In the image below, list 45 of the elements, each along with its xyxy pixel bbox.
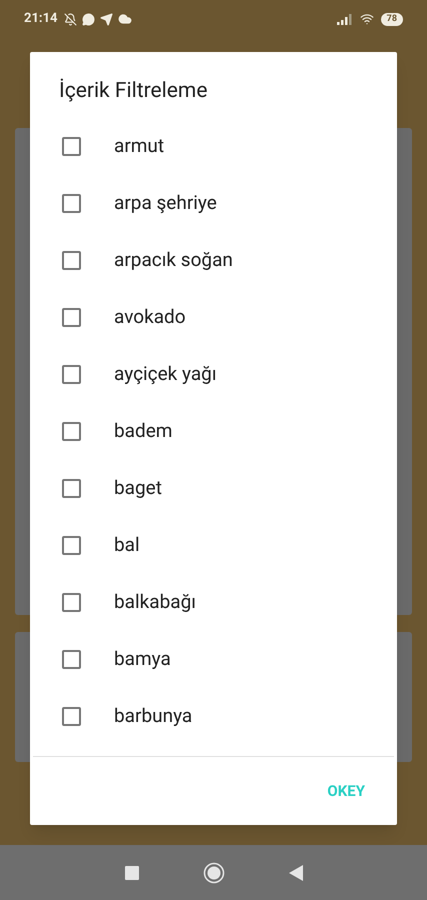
checkbox[interactable] xyxy=(62,251,81,270)
checkbox[interactable] xyxy=(62,422,81,441)
cloud-icon xyxy=(118,12,132,26)
option-label: bamya xyxy=(114,646,171,672)
option-label: armut xyxy=(114,133,164,160)
option-label: balkabağı xyxy=(114,589,196,616)
option-label: ayçiçek yağı xyxy=(114,361,217,388)
home-icon[interactable] xyxy=(202,862,224,884)
option-label: arpacık soğan xyxy=(114,247,233,274)
wifi-icon xyxy=(360,12,374,26)
option-label: baget xyxy=(114,475,162,502)
checkbox-row[interactable]: avokado xyxy=(30,289,397,346)
checkbox-row[interactable]: arpacık soğan xyxy=(30,232,397,289)
option-label: avokado xyxy=(114,304,186,330)
square-icon[interactable] xyxy=(124,866,138,880)
checkbox-row[interactable]: barbunya xyxy=(30,688,397,745)
checkbox[interactable] xyxy=(62,650,81,669)
option-label: barbunya xyxy=(114,703,192,730)
checkbox[interactable] xyxy=(62,308,81,327)
option-label: arpa şehriye xyxy=(114,190,217,216)
dialog-title: İçerik Filtreleme xyxy=(59,78,208,104)
checkbox-row[interactable]: baget xyxy=(30,460,397,517)
option-label: bal xyxy=(114,532,140,558)
battery-icon: 78 xyxy=(380,12,403,26)
signal-icon xyxy=(336,14,353,24)
checkbox[interactable] xyxy=(62,365,81,384)
bell-off-icon xyxy=(64,12,76,26)
checkbox[interactable] xyxy=(62,137,81,156)
send-icon xyxy=(100,12,112,26)
checkbox[interactable] xyxy=(62,593,81,612)
checkbox[interactable] xyxy=(62,707,81,726)
checkbox-row[interactable]: armut xyxy=(30,118,397,175)
option-label: badem xyxy=(114,418,172,444)
checkbox-row[interactable]: arpa şehriye xyxy=(30,175,397,232)
checkbox-row[interactable]: balkabağı xyxy=(30,574,397,631)
checkbox-row[interactable]: bamya xyxy=(30,631,397,688)
checkbox[interactable] xyxy=(62,536,81,555)
status-time: 21:14 xyxy=(24,10,58,28)
checkbox-row[interactable]: badem xyxy=(30,403,397,460)
chat-icon xyxy=(82,12,94,26)
checkbox-row[interactable]: ayçiçek yağı xyxy=(30,346,397,403)
back-icon[interactable] xyxy=(288,864,302,880)
checkbox-row[interactable]: bal xyxy=(30,517,397,574)
checkbox[interactable] xyxy=(62,479,81,498)
checkbox[interactable] xyxy=(62,194,81,213)
